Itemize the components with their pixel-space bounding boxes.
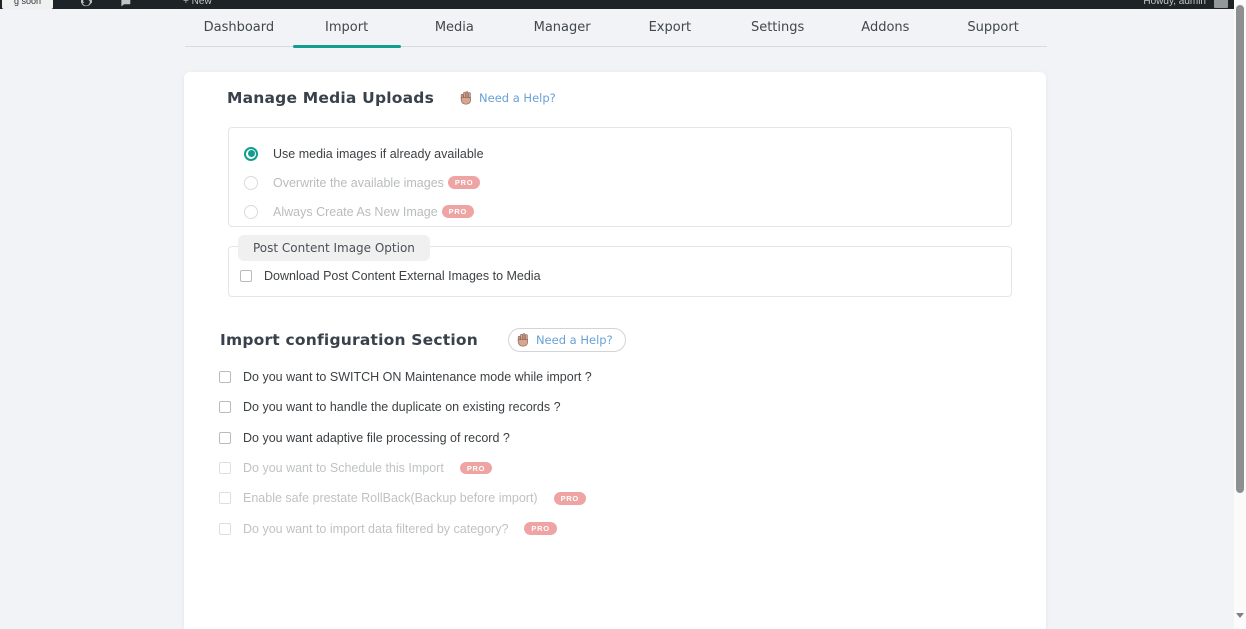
hand-icon: [460, 91, 473, 105]
section-title-manage-media: Manage Media Uploads: [227, 89, 434, 107]
checkbox-row-do-you-want-to-schedule-this-import: Do you want to Schedule this Import PRO: [219, 453, 592, 483]
need-help-label: Need a Help?: [536, 333, 613, 347]
tab-dashboard[interactable]: Dashboard: [185, 9, 293, 46]
plugin-nav-tabs: Dashboard Import Media Manager Export Setting…: [185, 9, 1047, 47]
post-content-image-box: Post Content Image Option Download Post …: [228, 246, 1012, 297]
radio-row-use-media-images-if-already-available: Use media images if already available: [244, 139, 1011, 168]
download-images-row: Download Post Content External Images to…: [240, 269, 541, 283]
tab-label: Import: [325, 20, 368, 35]
import-config-list: Do you want to SWITCH ON Maintenance mod…: [219, 362, 592, 544]
tab-label: Settings: [751, 20, 804, 35]
checkbox-do-you-want-adaptive-file-processing-of-[interactable]: [219, 432, 231, 444]
pro-badge: PRO: [460, 462, 492, 475]
avatar[interactable]: [1214, 0, 1228, 8]
checkbox-row-enable-safe-prestate-rollback-backup-bef: Enable safe prestate RollBack(Backup bef…: [219, 483, 592, 513]
scrollbar-thumb[interactable]: [1236, 5, 1244, 493]
checkbox-label: Do you want to Schedule this Import: [243, 461, 444, 475]
radio-row-always-create-as-new-image: Always Create As New Image PRO: [244, 197, 1011, 226]
checkbox-do-you-want-to-switch-on-maintenance-mod[interactable]: [219, 371, 231, 383]
tab-label: Manager: [534, 20, 591, 35]
wp-admin-bar: g soon + New Howdy, admin: [0, 0, 1234, 9]
comments-icon[interactable]: [120, 0, 131, 7]
pro-badge: PRO: [554, 492, 586, 505]
tab-export[interactable]: Export: [616, 9, 724, 46]
updates-icon[interactable]: [81, 0, 92, 7]
checkbox-label: Do you want to import data filtered by c…: [243, 522, 508, 536]
tab-import[interactable]: Import: [293, 9, 401, 46]
checkbox-do-you-want-to-schedule-this-import[interactable]: [219, 462, 231, 474]
need-help-button[interactable]: Need a Help?: [508, 328, 626, 352]
pro-badge: PRO: [442, 205, 474, 218]
content-card: Manage Media Uploads Need a Help? Use me…: [184, 72, 1046, 629]
pro-badge: PRO: [524, 522, 556, 535]
tab-media[interactable]: Media: [401, 9, 509, 46]
media-upload-options-group: Use media images if already available Ove…: [228, 127, 1012, 227]
hand-icon: [517, 333, 530, 347]
radio-row-overwrite-the-available-images: Overwrite the available images PRO: [244, 168, 1011, 197]
howdy-text[interactable]: Howdy, admin: [1143, 0, 1206, 7]
checkbox-label: Enable safe prestate RollBack(Backup bef…: [243, 491, 538, 505]
checkbox-row-do-you-want-to-handle-the-duplicate-on-e: Do you want to handle the duplicate on e…: [219, 392, 592, 422]
need-help-link[interactable]: Need a Help?: [460, 91, 556, 105]
site-status-badge[interactable]: g soon: [2, 0, 53, 9]
need-help-label: Need a Help?: [479, 91, 556, 105]
pro-badge: PRO: [448, 176, 480, 189]
checkbox-do-you-want-to-handle-the-duplicate-on-e[interactable]: [219, 401, 231, 413]
tab-support[interactable]: Support: [939, 9, 1047, 46]
radio-label: Overwrite the available images: [273, 176, 444, 190]
tab-settings[interactable]: Settings: [724, 9, 832, 46]
checkbox-label: Do you want adaptive file processing of …: [243, 431, 510, 445]
checkbox-label: Do you want to handle the duplicate on e…: [243, 400, 561, 414]
checkbox-do-you-want-to-import-data-filtered-by-c[interactable]: [219, 523, 231, 535]
post-content-chip: Post Content Image Option: [238, 235, 430, 261]
admin-bar-new-button[interactable]: + New: [183, 0, 212, 7]
checkbox-enable-safe-prestate-rollback-backup-bef[interactable]: [219, 492, 231, 504]
tab-label: Addons: [861, 20, 909, 35]
checkbox-row-do-you-want-to-switch-on-maintenance-mod: Do you want to SWITCH ON Maintenance mod…: [219, 362, 592, 392]
radio-always-create-as-new-image[interactable]: [244, 205, 258, 219]
scroll-down-arrow[interactable]: [1236, 613, 1244, 618]
radio-label: Use media images if already available: [273, 147, 484, 161]
checkbox-label: Do you want to SWITCH ON Maintenance mod…: [243, 370, 592, 384]
tab-label: Dashboard: [204, 20, 275, 35]
radio-use-media-images-if-already-available[interactable]: [244, 147, 258, 161]
scrollbar[interactable]: [1234, 0, 1246, 629]
tab-label: Media: [435, 20, 474, 35]
radio-label: Always Create As New Image: [273, 205, 438, 219]
tab-manager[interactable]: Manager: [508, 9, 616, 46]
section-title-import-config: Import configuration Section: [220, 331, 478, 349]
download-images-checkbox[interactable]: [240, 270, 252, 282]
tab-label: Export: [649, 20, 692, 35]
radio-overwrite-the-available-images[interactable]: [244, 176, 258, 190]
checkbox-row-do-you-want-adaptive-file-processing-of-: Do you want adaptive file processing of …: [219, 423, 592, 453]
tab-addons[interactable]: Addons: [832, 9, 940, 46]
checkbox-row-do-you-want-to-import-data-filtered-by-c: Do you want to import data filtered by c…: [219, 513, 592, 543]
tab-label: Support: [967, 20, 1018, 35]
download-images-label: Download Post Content External Images to…: [264, 269, 541, 283]
